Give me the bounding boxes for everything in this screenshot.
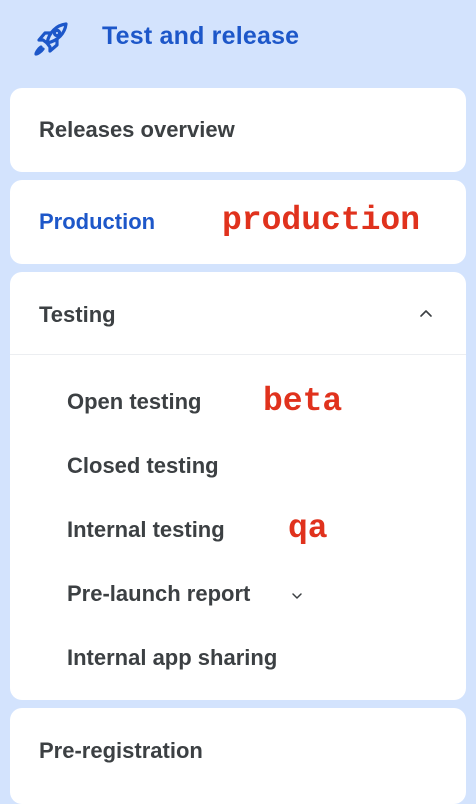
nav-group-label[interactable]: Testing: [39, 302, 116, 328]
track-annotation-production: production: [222, 202, 421, 239]
divider: [10, 354, 466, 355]
chevron-down-icon[interactable]: [291, 588, 303, 599]
nav-subitem-open-testing[interactable]: Open testing: [67, 389, 201, 415]
nav-subitem-pre-launch-report[interactable]: Pre-launch report: [67, 581, 250, 607]
nav-item-releases-overview[interactable]: Releases overview: [10, 88, 466, 172]
nav-subitem-internal-app-sharing[interactable]: Internal app sharing: [67, 645, 277, 671]
nav-item-label: Pre-registration: [39, 738, 203, 763]
nav-item-production[interactable]: Production production: [10, 180, 466, 264]
nav-subitem-closed-testing[interactable]: Closed testing: [67, 453, 219, 479]
track-annotation-beta: beta: [263, 383, 343, 420]
track-annotation-qa: qa: [288, 510, 328, 547]
nav-item-pre-registration[interactable]: Pre-registration: [10, 708, 466, 804]
nav-item-label: Production: [39, 209, 156, 234]
nav-group-testing: Testing Open testing beta Closed testing…: [10, 272, 466, 700]
nav-subitem-internal-testing[interactable]: Internal testing: [67, 517, 225, 543]
chevron-up-icon[interactable]: [418, 306, 434, 318]
rocket-icon: [32, 20, 70, 58]
section-header-test-and-release[interactable]: Test and release: [0, 0, 476, 80]
nav-item-label: Releases overview: [39, 117, 235, 142]
section-title: Test and release: [102, 22, 300, 50]
